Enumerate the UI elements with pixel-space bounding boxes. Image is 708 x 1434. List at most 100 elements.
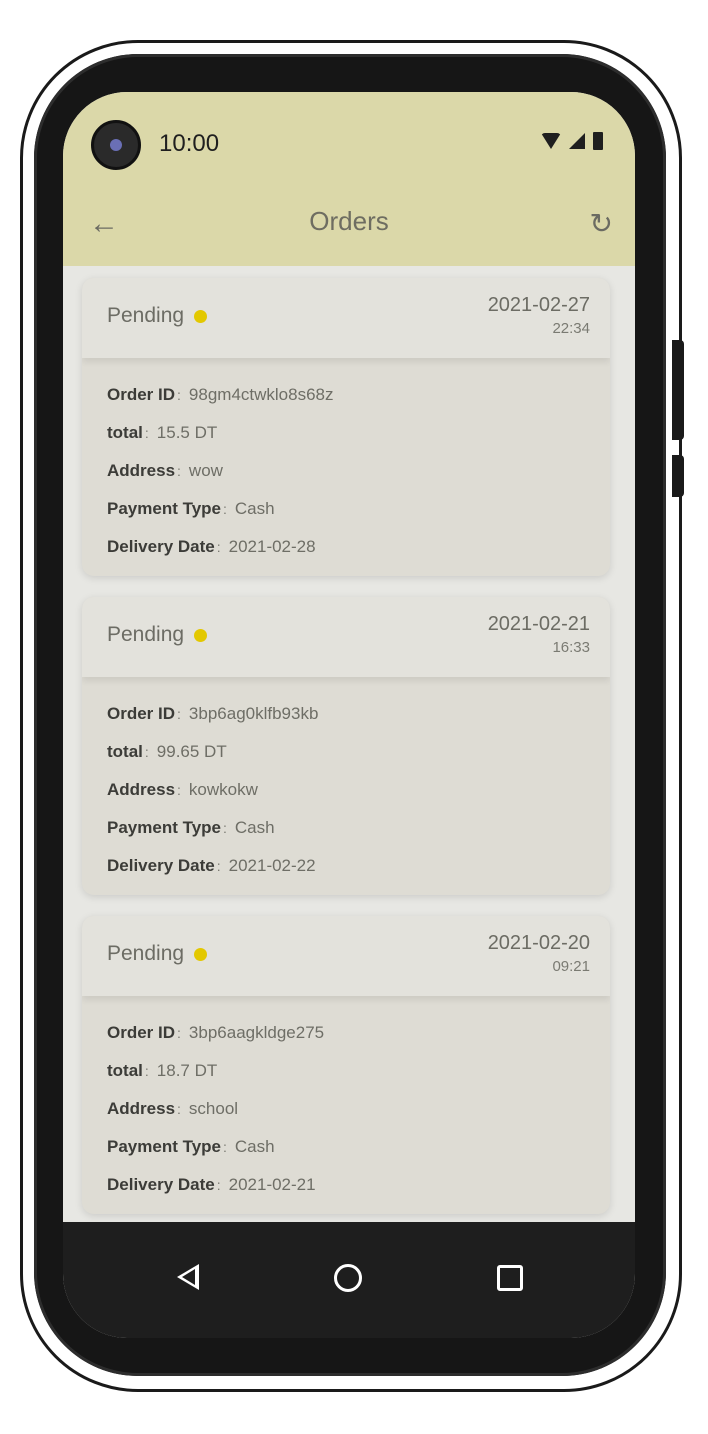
system-nav-bar bbox=[63, 1222, 635, 1338]
payment-type-label: Payment Type bbox=[107, 499, 222, 518]
order-details: Order ID:3bp6aagkldge275 total:18.7 DT A… bbox=[82, 996, 610, 1214]
order-card[interactable]: Pending 2021-02-27 22:34 Order ID:98gm4c… bbox=[82, 278, 610, 576]
address-label: Address bbox=[107, 1099, 176, 1118]
payment-type-label: Payment Type bbox=[107, 1137, 222, 1156]
delivery-date-value: 2021-02-22 bbox=[228, 856, 316, 875]
total-label: total bbox=[107, 742, 143, 761]
total-row: total:18.7 DT bbox=[107, 1052, 585, 1090]
battery-icon bbox=[593, 132, 603, 150]
order-details: Order ID:98gm4ctwklo8s68z total:15.5 DT … bbox=[82, 358, 610, 576]
order-id-value: 98gm4ctwklo8s68z bbox=[188, 385, 334, 404]
order-status: Pending bbox=[107, 304, 208, 328]
payment-type-row: Payment Type: Cash bbox=[107, 490, 585, 528]
delivery-date-row: Delivery Date:2021-02-22 bbox=[107, 847, 585, 885]
separator: : bbox=[177, 706, 181, 722]
order-card[interactable]: Pending 2021-02-21 16:33 Order ID:3bp6ag… bbox=[82, 597, 610, 895]
separator: : bbox=[216, 858, 221, 874]
order-card-header: Pending 2021-02-20 09:21 bbox=[82, 916, 610, 996]
separator: : bbox=[177, 1101, 181, 1117]
status-dot-icon bbox=[194, 309, 208, 323]
order-id-row: Order ID:3bp6aagkldge275 bbox=[107, 1014, 585, 1052]
total-value: 15.5 DT bbox=[156, 423, 218, 442]
order-id-label: Order ID bbox=[107, 1023, 176, 1042]
order-date: 2021-02-27 bbox=[487, 294, 590, 316]
separator: : bbox=[144, 744, 149, 760]
payment-type-row: Payment Type: Cash bbox=[107, 809, 585, 847]
payment-type-label: Payment Type bbox=[107, 818, 222, 837]
order-details: Order ID:3bp6ag0klfb93kb total:99.65 DT … bbox=[82, 677, 610, 895]
separator: : bbox=[216, 539, 221, 555]
order-id-label: Order ID bbox=[107, 385, 176, 404]
separator: : bbox=[223, 1139, 227, 1155]
total-row: total:99.65 DT bbox=[107, 733, 585, 771]
separator: : bbox=[144, 1063, 149, 1079]
page-title: Orders bbox=[309, 206, 389, 236]
order-id-value: 3bp6ag0klfb93kb bbox=[188, 704, 319, 723]
camera-icon bbox=[91, 120, 141, 170]
address-row: Address: kowkokw bbox=[107, 771, 585, 809]
status-label: Pending bbox=[107, 942, 185, 965]
order-id-row: Order ID:98gm4ctwklo8s68z bbox=[107, 376, 585, 414]
delivery-date-value: 2021-02-28 bbox=[228, 537, 316, 556]
status-time: 10:00 bbox=[159, 130, 220, 157]
address-label: Address bbox=[107, 461, 176, 480]
total-value: 18.7 DT bbox=[156, 1061, 218, 1080]
address-label: Address bbox=[107, 780, 176, 799]
order-card[interactable]: Pending 2021-02-20 09:21 Order ID:3bp6aa… bbox=[82, 916, 610, 1214]
separator: : bbox=[216, 1177, 221, 1193]
separator: : bbox=[177, 1025, 181, 1041]
address-value: kowkokw bbox=[188, 780, 258, 799]
payment-type-value: Cash bbox=[234, 818, 275, 837]
separator: : bbox=[223, 501, 227, 517]
refresh-icon[interactable]: ↻ bbox=[590, 204, 613, 244]
separator: : bbox=[177, 387, 181, 403]
delivery-date-row: Delivery Date:2021-02-21 bbox=[107, 1166, 585, 1204]
screen: 10:00 ← Orders ↻ Pending 2021-02-27 22:3… bbox=[63, 92, 635, 1338]
separator: : bbox=[144, 425, 149, 441]
order-time: 16:33 bbox=[552, 639, 590, 656]
status-dot-icon bbox=[194, 628, 208, 642]
orders-list[interactable]: Pending 2021-02-27 22:34 Order ID:98gm4c… bbox=[63, 266, 635, 1222]
status-label: Pending bbox=[107, 623, 185, 646]
order-id-row: Order ID:3bp6ag0klfb93kb bbox=[107, 695, 585, 733]
address-row: Address: school bbox=[107, 1090, 585, 1128]
total-row: total:15.5 DT bbox=[107, 414, 585, 452]
address-value: wow bbox=[188, 461, 223, 480]
nav-home-icon[interactable] bbox=[334, 1264, 362, 1292]
delivery-date-value: 2021-02-21 bbox=[228, 1175, 316, 1194]
address-row: Address: wow bbox=[107, 452, 585, 490]
order-card-header: Pending 2021-02-21 16:33 bbox=[82, 597, 610, 677]
status-label: Pending bbox=[107, 304, 185, 327]
wifi-icon bbox=[541, 133, 561, 149]
delivery-date-label: Delivery Date bbox=[107, 537, 215, 556]
signal-icon bbox=[569, 133, 585, 149]
order-time: 09:21 bbox=[552, 958, 590, 975]
delivery-date-label: Delivery Date bbox=[107, 856, 215, 875]
total-label: total bbox=[107, 423, 143, 442]
total-label: total bbox=[107, 1061, 143, 1080]
delivery-date-row: Delivery Date:2021-02-28 bbox=[107, 528, 585, 566]
order-date: 2021-02-21 bbox=[487, 613, 590, 635]
separator: : bbox=[223, 820, 227, 836]
total-value: 99.65 DT bbox=[156, 742, 227, 761]
order-card-header: Pending 2021-02-27 22:34 bbox=[82, 278, 610, 358]
address-value: school bbox=[188, 1099, 239, 1118]
delivery-date-label: Delivery Date bbox=[107, 1175, 215, 1194]
payment-type-value: Cash bbox=[234, 499, 275, 518]
power-button bbox=[672, 455, 684, 497]
payment-type-row: Payment Type: Cash bbox=[107, 1128, 585, 1166]
nav-recents-icon[interactable] bbox=[497, 1265, 523, 1291]
order-id-label: Order ID bbox=[107, 704, 176, 723]
nav-back-icon[interactable] bbox=[177, 1264, 199, 1290]
order-id-value: 3bp6aagkldge275 bbox=[188, 1023, 325, 1042]
app-bar: 10:00 ← Orders ↻ bbox=[63, 92, 635, 266]
order-status: Pending bbox=[107, 623, 208, 647]
status-icons bbox=[541, 132, 603, 150]
order-status: Pending bbox=[107, 942, 208, 966]
payment-type-value: Cash bbox=[234, 1137, 275, 1156]
separator: : bbox=[177, 782, 181, 798]
status-dot-icon bbox=[194, 947, 208, 961]
order-date: 2021-02-20 bbox=[487, 932, 590, 954]
volume-button bbox=[672, 340, 684, 440]
separator: : bbox=[177, 463, 181, 479]
